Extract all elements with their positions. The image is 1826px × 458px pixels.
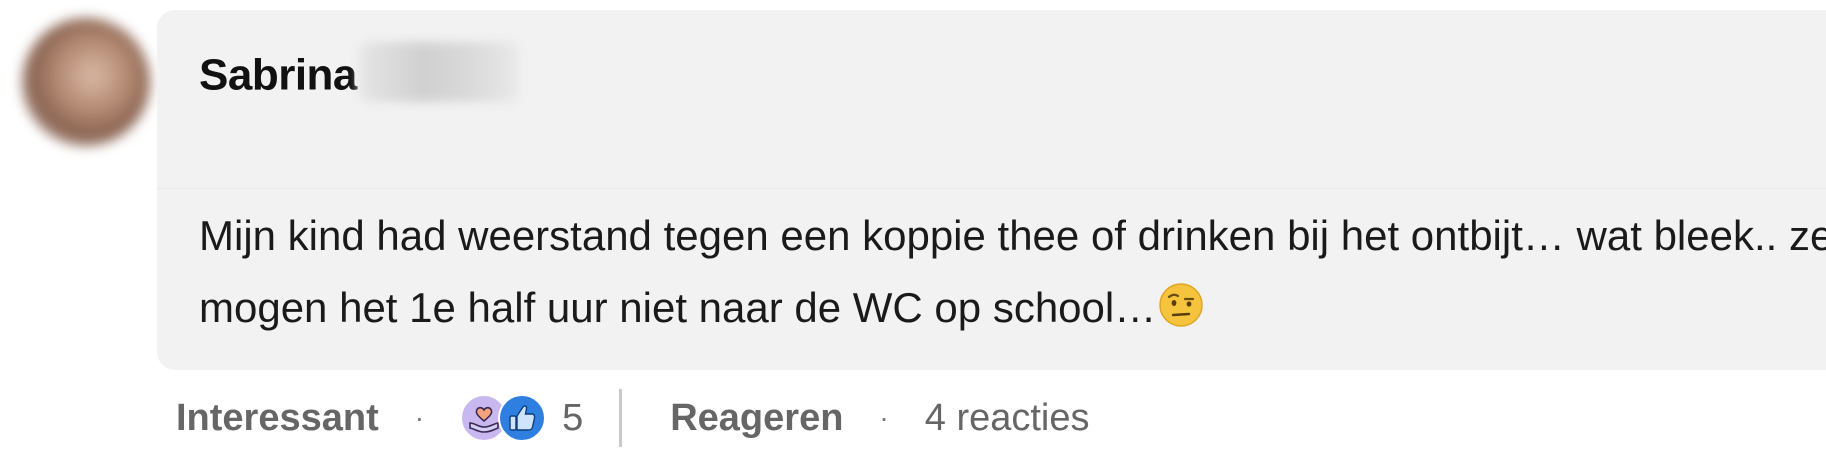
author-first-name[interactable]: Sabrina [199,51,357,100]
comment-body: Mijn kind had weerstand tegen een koppie… [199,212,1826,331]
comment-text: Mijn kind had weerstand tegen een koppie… [199,200,1826,344]
like-thumbs-up-icon [498,394,547,442]
avatar[interactable] [22,18,150,146]
comment-bubble: Sabrina Mijn kind had weerstand tegen ee… [157,10,1826,370]
like-button[interactable]: Interessant [176,397,379,440]
reply-button[interactable]: Reageren [670,397,843,440]
comment-actions: Interessant · 5 Reageren · 4 reacties [176,388,1090,448]
separator-dot: · [414,402,425,433]
author-last-name-redacted [358,42,519,102]
comment-item: Sabrina Mijn kind had weerstand tegen ee… [0,0,1826,458]
reactions-summary[interactable]: 5 [460,394,583,442]
bubble-divider [157,188,1826,189]
author-name[interactable]: Sabrina [199,42,519,108]
replies-count-link[interactable]: 4 reacties [925,397,1090,440]
actions-divider [619,389,623,447]
reaction-count: 5 [562,396,584,439]
raised-eyebrow-face-emoji-icon [1159,283,1203,327]
separator-dot: · [879,402,889,433]
